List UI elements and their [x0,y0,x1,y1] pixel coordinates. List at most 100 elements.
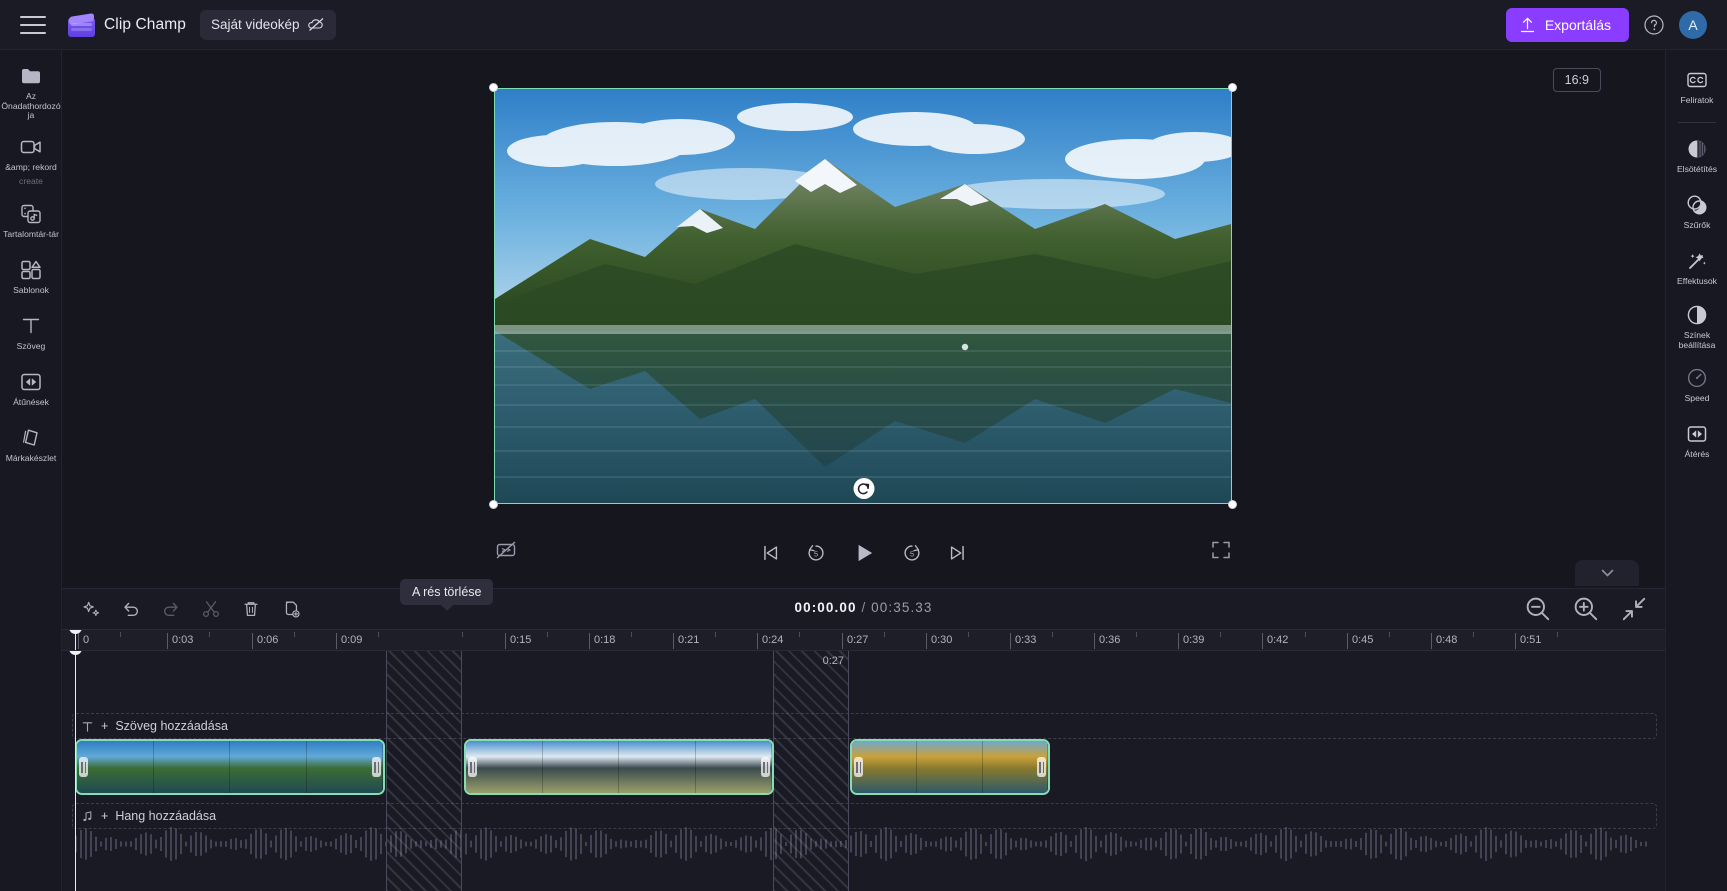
panel-item-fade[interactable]: Elsötétítés [1666,129,1727,185]
panel-item-speed[interactable]: Speed [1666,358,1727,414]
export-button[interactable]: Exportálás [1505,7,1629,42]
duplicate-icon [285,601,300,618]
zoom-in-icon[interactable] [1571,594,1601,624]
folder-icon [22,69,40,84]
aspect-ratio-button[interactable]: 16:9 [1552,68,1601,92]
video-clip-2[interactable] [464,739,774,795]
panel-item-label: Szűrők [1683,220,1711,231]
zoom-out-icon[interactable] [1523,594,1553,624]
music-note-icon [83,810,92,821]
timeline-collapse-button[interactable] [1575,560,1639,586]
sidebar-item-transitions[interactable]: Átűnések [0,362,62,418]
resize-handle-bottom-left[interactable] [489,500,498,509]
panel-item-transition[interactable]: Átérés [1666,414,1727,470]
brand-name: Clip Champ [104,15,186,33]
ruler-tick-label: 0:15 [510,634,532,646]
time-separator: / [861,600,867,615]
ruler-tick-label: 0:24 [762,634,784,646]
fullscreen-icon[interactable] [1209,538,1233,562]
split-button[interactable] [196,594,226,624]
templates-grid-icon [21,261,41,280]
sidebar-item-label: Átűnések [13,397,49,408]
sidebar-item-label: Márkakészlet [5,453,57,464]
clip-thumbnail [542,741,619,793]
ruler-tick-label: 0:33 [1015,634,1037,646]
fjord-preview-image [495,89,1231,503]
resize-handle-bottom-right[interactable] [1228,500,1237,509]
sidebar-item-label: Tartalomtár-tár [3,229,59,240]
auto-compose-button[interactable] [76,594,106,624]
help-circle-icon[interactable] [1643,14,1665,36]
text-t-icon [22,319,40,334]
project-name-chip[interactable]: Saját videokép [199,9,336,40]
skip-to-start-icon[interactable] [759,542,781,564]
skip-to-end-icon[interactable] [947,542,969,564]
add-audio-track[interactable]: + Hang hozzáadása [72,803,1657,829]
time-readout: 00:00.00 / 00:35.33 [794,600,932,615]
clip-trim-handle-left[interactable] [79,757,88,777]
clip-trim-handle-left[interactable] [854,757,863,777]
undo-button[interactable] [116,594,146,624]
add-text-track[interactable]: + Szöveg hozzáadása [72,713,1657,739]
timeline-ruler[interactable]: 0 0:03 0:06 0:09 0:15 0:18 0:21 0:24 0:27 0:30 0:3… [62,629,1665,651]
video-frame [494,88,1232,504]
delete-button[interactable] [236,594,266,624]
sidebar-item-record-create[interactable]: &amp; rekord create [0,129,62,194]
chevron-down-icon [1601,569,1613,577]
ruler-tick-label: 0 [83,634,90,646]
clip-trim-handle-right[interactable] [372,757,381,777]
panel-item-captions[interactable]: Feliratok [1666,60,1727,116]
left-sidebar: Az Önadathordozója &amp; rekord create T… [0,50,78,891]
video-preview[interactable] [489,83,1237,509]
panel-item-label: Átérés [1684,449,1710,460]
playhead-knob[interactable] [69,651,82,655]
resize-handle-top-left[interactable] [489,83,498,92]
ruler-tick-label: 0:06 [257,634,279,646]
timeline-zoom-controls [1523,594,1649,624]
sidebar-item-brand-kit[interactable]: Márkakészlet [0,418,62,474]
play-icon[interactable] [851,540,877,566]
transitions-icon [21,374,41,391]
playhead-knob[interactable] [69,630,82,634]
clip-trim-handle-right[interactable] [1037,757,1046,777]
tooltip: A rés törlése [400,579,494,611]
clip-thumbnail [153,741,230,793]
hamburger-icon[interactable] [20,15,46,34]
video-camera-icon [20,140,41,154]
resize-handle-top-right[interactable] [1228,83,1237,92]
sidebar-item-media[interactable]: Az Önadathordozója [0,58,62,129]
sidebar-item-content-library[interactable]: Tartalomtár-tár [0,194,62,250]
ruler-tick-label: 0:27 [847,634,869,646]
video-clip-1[interactable] [75,739,385,795]
rotate-button[interactable] [853,478,874,499]
sidebar-item-templates[interactable]: Sablonok [0,250,62,306]
video-clip-3[interactable] [850,739,1050,795]
playhead[interactable] [69,630,82,650]
rail-divider [1677,122,1716,123]
clip-thumbnail [230,741,307,793]
forward-5-icon[interactable]: 5 [901,542,923,564]
ruler-tick-label: 0:45 [1352,634,1374,646]
ruler-tick-label: 0:21 [678,634,700,646]
avatar[interactable]: A [1679,10,1707,39]
panel-item-effects[interactable]: Effektusok [1666,241,1727,297]
duplicate-button[interactable] [276,594,306,624]
gap-selected[interactable] [386,651,462,891]
redo-button[interactable] [156,594,186,624]
current-time: 00:00.00 [794,600,857,615]
clip-trim-handle-right[interactable] [761,757,770,777]
timeline: A rés törlése 00:00.00 / 00:35.33 0 0:03… [62,579,1665,891]
panel-item-color-adjust[interactable]: Színek beállítása [1666,297,1727,358]
add-text-plus: + [101,719,109,733]
sidebar-item-text[interactable]: Szöveg [0,306,62,362]
gap-second[interactable]: 0:27 [773,651,849,891]
ruler-tick-label: 0:36 [1099,634,1121,646]
panel-item-label: Feliratok [1680,95,1714,106]
playhead[interactable] [69,651,82,891]
fit-to-screen-icon[interactable] [1619,594,1649,624]
filters-icon [1687,195,1707,215]
panel-item-filters[interactable]: Szűrők [1666,185,1727,241]
rewind-5-icon[interactable]: 5 [805,542,827,564]
timeline-tracks: + Szöveg hozzáadása + Hang hozzáadása 0:… [62,651,1665,891]
clip-trim-handle-left[interactable] [468,757,477,777]
